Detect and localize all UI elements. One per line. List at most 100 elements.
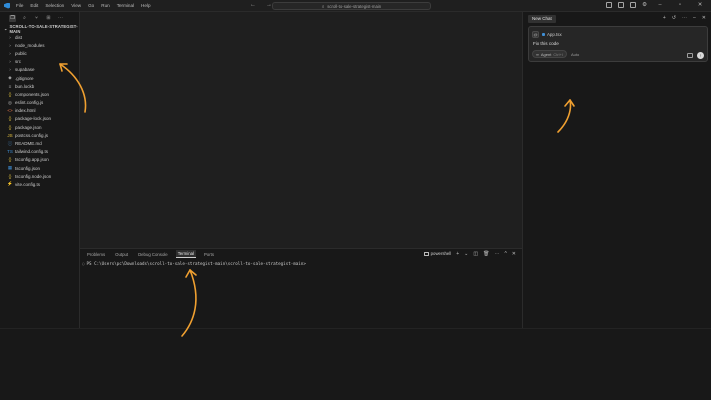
vite-icon: ⚡ [7,181,13,187]
send-button[interactable]: ↑ [697,51,704,59]
history-icon[interactable]: ↺ [672,15,676,21]
maximize-button[interactable]: ▫ [673,2,687,8]
chat-message-text[interactable]: Fix this code [533,41,559,46]
menu-item-go[interactable]: Go [88,3,94,8]
tree-file[interactable]: {} package.json [0,123,79,131]
tree-file[interactable]: ≡ bun.lockb [0,82,79,90]
panel-tab-ports[interactable]: Ports [202,251,216,258]
js-icon: JS [7,132,13,138]
window-controls: ⚙ – ▫ ✕ [606,2,707,8]
react-file-icon [542,33,545,36]
tree-file[interactable]: ◆ .gitignore [0,74,79,82]
menu-item-selection[interactable]: Selection [45,3,64,8]
tree-file[interactable]: {} tsconfig.node.json [0,172,79,180]
tree-item-label: src [15,59,21,65]
menu-item-help[interactable]: Help [141,3,150,8]
close-window-button[interactable]: ✕ [693,2,707,8]
tree-file[interactable]: {} tsconfig.app.json [0,156,79,164]
infinity-icon: ∞ [536,51,539,57]
sidebar-toolbar: ❐ ⌕ ⑂ ⊞ ⋯ [0,12,79,24]
search-icon[interactable]: ⌕ [21,15,28,22]
command-center-search[interactable]: ⌕ scroll-to-sale-strategist-main [272,2,431,10]
toggle-secondary-sidebar-icon[interactable] [630,2,637,8]
add-context-icon[interactable]: @ [532,31,539,38]
extensions-icon[interactable]: ⊞ [45,15,52,22]
toggle-primary-sidebar-icon[interactable] [606,2,613,8]
tree-file[interactable]: {} components.json [0,90,79,98]
toggle-panel-icon[interactable] [618,2,625,8]
editor-area[interactable] [80,12,522,248]
tree-folder[interactable]: › public [0,49,79,57]
tree-folder[interactable]: › src [0,58,79,66]
new-chat-plus-icon[interactable]: + [663,15,666,21]
split-terminal-icon[interactable]: ◫ [473,251,478,257]
minimize-panel-icon[interactable]: – [693,15,696,21]
command-center-label: scroll-to-sale-strategist-main [327,3,382,9]
explorer-files-icon[interactable]: ❐ [9,14,16,22]
tree-folder[interactable]: › supabase [0,66,79,74]
workspace-root[interactable]: ⌄ SCROLL-TO-SALE-STRATEGIST-MAIN [0,24,79,34]
panel-tab-terminal[interactable]: Terminal [175,250,196,258]
tree-file[interactable]: JS postcss.config.js [0,131,79,139]
trash-icon[interactable]: 🗑︎ [483,251,489,257]
tree-file[interactable]: ⚡ vite.config.ts [0,180,79,188]
panel-tab-debug-console[interactable]: Debug Console [136,251,170,258]
image-attach-icon[interactable] [687,52,693,58]
menu-item-terminal[interactable]: Terminal [117,3,134,8]
source-control-icon[interactable]: ⑂ [33,15,40,22]
json-icon: {} [8,91,12,97]
terminal-prompt-line[interactable]: ○ PS C:\Users\pc\Downloads\scroll-to-sale… [82,261,306,266]
chevron-right-icon: › [9,50,11,56]
new-terminal-plus-icon[interactable]: + [456,251,459,257]
more-actions-icon[interactable]: ⋯ [682,15,687,21]
context-file-name: App.tsx [547,32,562,37]
info-icon: ⓘ [7,140,13,146]
chat-tab-new[interactable]: New Chat [528,14,556,23]
panel-tab-output[interactable]: Output [113,251,130,258]
settings-gear-icon[interactable]: ⚙ [642,2,647,8]
tree-item-label: package-lock.json [15,116,52,122]
terminal-shell-selector[interactable]: powershell [423,251,451,256]
json-icon: {} [8,116,12,122]
menu-item-file[interactable]: File [16,3,23,8]
menu-item-edit[interactable]: Edit [30,3,38,8]
chevron-down-icon[interactable]: ⌄ [464,251,468,257]
chat-footer-right: ↑ [687,51,704,59]
close-panel-icon[interactable]: ✕ [512,251,516,257]
ts-icon: TS [7,149,13,155]
tree-file[interactable]: TS tailwind.config.ts [0,148,79,156]
tree-item-label: bun.lockb [15,83,35,89]
navigation-arrows: ← → [250,2,272,8]
menu-item-run[interactable]: Run [101,3,109,8]
more-actions-icon[interactable]: ⋯ [494,251,499,257]
mode-shortcut: Ctrl+I [553,51,563,57]
close-panel-icon[interactable]: ✕ [702,15,706,21]
tsconfig-icon: ▦ [7,165,13,171]
minimize-button[interactable]: – [653,2,667,8]
tree-folder[interactable]: › dist [0,33,79,41]
tree-folder[interactable]: › node_modules [0,41,79,49]
tree-item-label: tsconfig.json [15,165,41,171]
model-selector[interactable]: Auto [571,52,579,57]
terminal-icon [423,251,429,256]
chat-actions: + ↺ ⋯ – ✕ [663,15,706,21]
tree-file[interactable]: {} package-lock.json [0,115,79,123]
tree-file[interactable]: ◎ eslint.config.js [0,99,79,107]
tree-file[interactable]: ⓘ README.md [0,139,79,147]
menu-item-view[interactable]: View [71,3,81,8]
tree-file[interactable]: <> index.html [0,107,79,115]
bottom-panel: Problems Output Debug Console Terminal Ports… [80,248,522,328]
more-actions-icon[interactable]: ⋯ [57,15,64,22]
tree-file[interactable]: ▦ tsconfig.json [0,164,79,172]
tree-item-label: eslint.config.js [15,100,44,106]
tree-item-label: node_modules [15,42,45,48]
panel-tab-problems[interactable]: Problems [85,251,107,258]
maximize-panel-icon[interactable]: ^ [504,251,506,257]
chat-input-box[interactable]: @ App.tsx Fix this code ∞ Agent Ctrl+I A… [528,26,708,62]
git-icon: ◆ [8,75,12,81]
back-arrow-icon[interactable]: ← [250,2,256,8]
mode-label: Agent [540,51,552,57]
context-file-chip[interactable]: App.tsx [542,32,562,37]
mode-selector[interactable]: ∞ Agent Ctrl+I [532,50,567,58]
menu-bar: File Edit Selection View Go Run Terminal Help [16,3,151,8]
